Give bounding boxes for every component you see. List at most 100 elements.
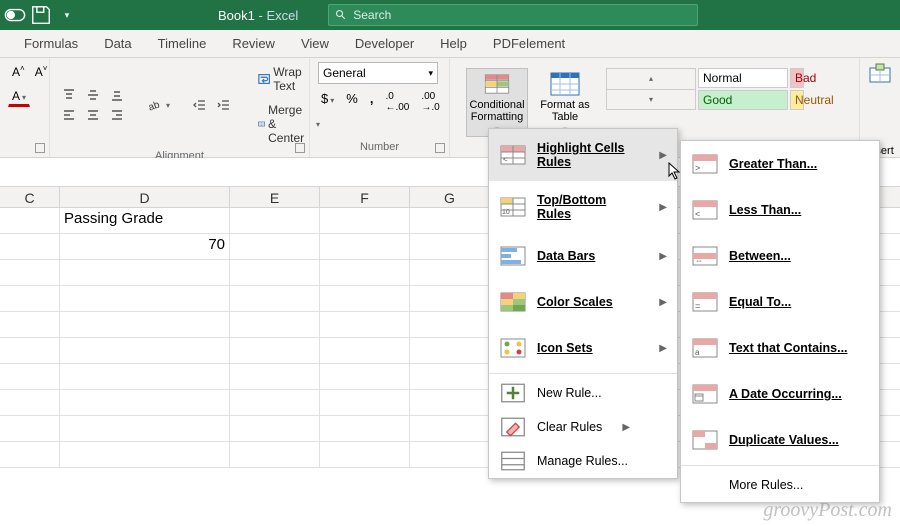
menu-equal-label: Equal To...: [729, 295, 869, 309]
merge-center-label: Merge & Center: [268, 103, 311, 145]
menu-top-bottom-rules[interactable]: 10 Top/Bottom Rules ▶: [489, 181, 677, 233]
tab-view[interactable]: View: [301, 36, 329, 51]
number-format-value: General: [323, 66, 366, 80]
search-box[interactable]: Search: [328, 4, 698, 26]
percent-format-icon[interactable]: %: [343, 90, 361, 114]
menu-color-scales[interactable]: Color Scales ▶: [489, 279, 677, 325]
tab-help[interactable]: Help: [440, 36, 467, 51]
style-normal[interactable]: Normal: [698, 68, 788, 88]
mouse-cursor-icon: [668, 162, 682, 180]
ribbon-tabs: Formulas Data Timeline Review View Devel…: [0, 30, 900, 58]
menu-manage-rules[interactable]: Manage Rules...: [489, 444, 677, 478]
insert-cells-icon[interactable]: [868, 62, 892, 84]
menu-icon-sets[interactable]: Icon Sets ▶: [489, 325, 677, 371]
tab-formulas[interactable]: Formulas: [24, 36, 78, 51]
chevron-right-icon: ▶: [659, 150, 667, 161]
font-dialog-launcher[interactable]: [35, 143, 45, 153]
align-center-icon[interactable]: [82, 106, 104, 124]
menu-databars-label: Data Bars: [537, 249, 639, 263]
tab-data[interactable]: Data: [104, 36, 131, 51]
conditional-formatting-menu: < Highlight Cells Rules ▶ 10 Top/Bottom …: [488, 128, 678, 479]
menu-more-rules[interactable]: More Rules...: [681, 468, 879, 502]
watermark: groovyPost.com: [763, 499, 892, 522]
number-format-combo[interactable]: General▾: [318, 62, 438, 84]
autosave-toggle[interactable]: [4, 4, 26, 26]
align-middle-icon[interactable]: [82, 86, 104, 104]
increase-font-icon[interactable]: A˄: [8, 62, 29, 81]
number-dialog-launcher[interactable]: [435, 143, 445, 153]
save-icon[interactable]: [30, 4, 52, 26]
chevron-right-icon: ▶: [659, 202, 667, 213]
alignment-dialog-launcher[interactable]: [295, 143, 305, 153]
format-as-table-button[interactable]: Format as Table▾: [534, 68, 596, 137]
orientation-icon[interactable]: ab: [142, 95, 175, 115]
col-header-f[interactable]: F: [320, 187, 410, 207]
svg-text:<: <: [503, 155, 508, 164]
conditional-formatting-label: Conditional Formatting: [469, 99, 525, 123]
menu-data-bars[interactable]: Data Bars ▶: [489, 233, 677, 279]
accounting-format-icon[interactable]: $: [318, 90, 337, 114]
svg-text:a: a: [695, 348, 700, 357]
menu-date-label: A Date Occurring...: [729, 387, 869, 401]
menu-less-than[interactable]: < Less Than...: [681, 187, 879, 233]
comma-format-icon[interactable]: ,: [367, 90, 377, 114]
search-placeholder: Search: [353, 8, 391, 22]
menu-duplicate-values[interactable]: Duplicate Values...: [681, 417, 879, 463]
font-color-icon[interactable]: A: [8, 87, 30, 107]
menu-dup-label: Duplicate Values...: [729, 433, 869, 447]
align-right-icon[interactable]: [106, 106, 128, 124]
highlight-cells-rules-submenu: > Greater Than... < Less Than... ⇔ Betwe…: [680, 140, 880, 503]
increase-decimal-icon[interactable]: .0←.00: [382, 90, 412, 114]
style-bad[interactable]: Bad: [790, 68, 804, 88]
menu-colorscales-label: Color Scales: [537, 295, 639, 309]
menu-new-rule[interactable]: New Rule...: [489, 376, 677, 410]
cell-styles-gallery: Normal Bad ▴▾ Good Neutral: [606, 68, 804, 137]
svg-text:>: >: [695, 163, 700, 173]
col-header-d[interactable]: D: [60, 187, 230, 207]
tab-timeline[interactable]: Timeline: [158, 36, 207, 51]
menu-greater-than[interactable]: > Greater Than...: [681, 141, 879, 187]
menu-between[interactable]: ⇔ Between...: [681, 233, 879, 279]
font-group-partial: A˄ A˅ A: [0, 58, 50, 157]
increase-indent-icon[interactable]: [213, 96, 235, 114]
decrease-decimal-icon[interactable]: .00→.0: [418, 90, 442, 114]
align-left-icon[interactable]: [58, 106, 80, 124]
menu-date-occurring[interactable]: A Date Occurring...: [681, 371, 879, 417]
menu-less-label: Less Than...: [729, 203, 869, 217]
tab-developer[interactable]: Developer: [355, 36, 414, 51]
svg-text:<: <: [695, 209, 700, 219]
vertical-align-icons: [58, 86, 128, 124]
menu-topbottom-label: Top/Bottom Rules: [537, 193, 639, 221]
cell-d1[interactable]: Passing Grade: [60, 208, 230, 233]
chevron-right-icon: ▶: [622, 422, 630, 433]
window-title: Book1 - Excel: [218, 8, 298, 23]
quick-access-toolbar: ▾: [4, 4, 78, 26]
tab-pdfelement[interactable]: PDFelement: [493, 36, 565, 51]
menu-greater-label: Greater Than...: [729, 157, 869, 171]
decrease-indent-icon[interactable]: [189, 96, 211, 114]
col-header-c[interactable]: C: [0, 187, 60, 207]
menu-text-contains[interactable]: a Text that Contains...: [681, 325, 879, 371]
cell-d2[interactable]: 70: [60, 234, 230, 259]
menu-manage-label: Manage Rules...: [537, 454, 628, 468]
col-header-g[interactable]: G: [410, 187, 490, 207]
conditional-formatting-button[interactable]: Conditional Formatting▾: [466, 68, 528, 137]
align-top-icon[interactable]: [58, 86, 80, 104]
menu-between-label: Between...: [729, 249, 869, 263]
number-group: General▾ $ % , .0←.00 .00→.0 Number: [310, 58, 450, 157]
menu-equal-to[interactable]: = Equal To...: [681, 279, 879, 325]
menu-clear-rules[interactable]: Clear Rules ▶: [489, 410, 677, 444]
align-bottom-icon[interactable]: [106, 86, 128, 104]
decrease-font-icon[interactable]: A˅: [31, 62, 52, 81]
style-gallery-scroll[interactable]: ▴▾: [606, 68, 696, 110]
qat-dropdown[interactable]: ▾: [56, 4, 78, 26]
menu-clear-label: Clear Rules: [537, 420, 602, 434]
style-good[interactable]: Good: [698, 90, 788, 110]
menu-iconsets-label: Icon Sets: [537, 341, 639, 355]
col-header-e[interactable]: E: [230, 187, 320, 207]
style-neutral[interactable]: Neutral: [790, 90, 804, 110]
alignment-group: ab Wrap Text Merge & Center Alignment: [50, 58, 310, 157]
tab-review[interactable]: Review: [232, 36, 275, 51]
chevron-right-icon: ▶: [659, 343, 667, 354]
menu-highlight-cells-rules[interactable]: < Highlight Cells Rules ▶: [489, 129, 677, 181]
